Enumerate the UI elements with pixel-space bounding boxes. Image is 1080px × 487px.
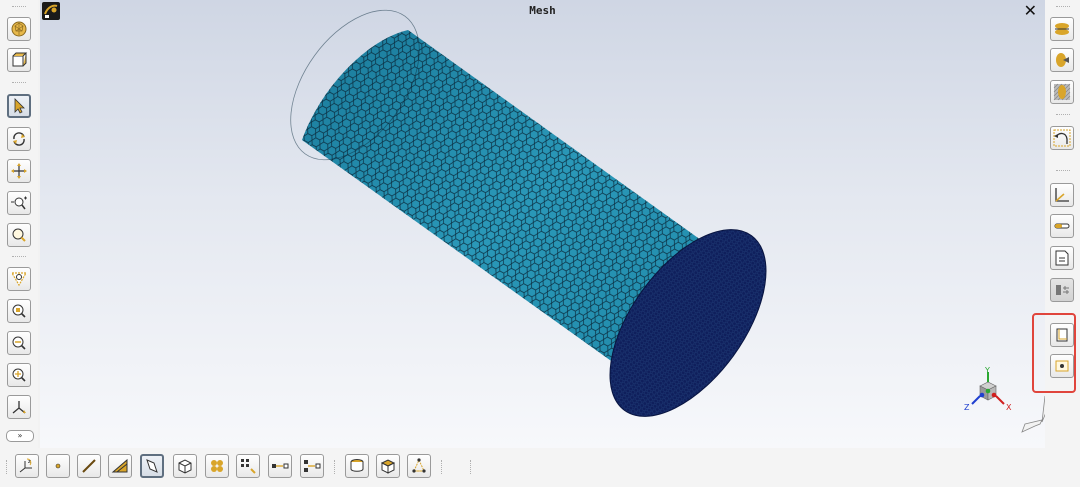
highlight-box	[1032, 313, 1076, 393]
grid-points-button[interactable]	[236, 454, 260, 478]
node-link-icon	[304, 460, 321, 472]
coordinate-system-icon: z	[19, 458, 32, 473]
zoom-previous-button[interactable]	[7, 331, 31, 355]
rotate-down-arrow-icon[interactable]	[1021, 419, 1043, 433]
network-button[interactable]	[407, 454, 431, 478]
point-icon	[55, 463, 61, 469]
zoom-icon	[12, 228, 26, 242]
node-to-node-icon	[272, 463, 289, 469]
select-button[interactable]	[7, 94, 31, 118]
rotate-back-icon	[1053, 129, 1071, 147]
coordinate-system-button[interactable]: z	[15, 454, 39, 478]
toolbar-separator	[470, 460, 473, 474]
cube-face-icon	[380, 459, 396, 474]
cylinder-face-button[interactable]	[345, 454, 369, 478]
left-toolbar: »	[0, 0, 38, 448]
rotate-icon	[13, 132, 25, 146]
toolbar-separator	[441, 460, 444, 474]
shaded-split-icon	[1056, 53, 1069, 67]
triangle-face-button[interactable]	[108, 454, 132, 478]
x-axis-label: X	[1006, 403, 1012, 412]
rotate-button[interactable]	[7, 127, 31, 151]
svg-text:z: z	[28, 459, 31, 465]
grid-points-icon	[241, 459, 256, 474]
color-bar-icon	[1054, 223, 1070, 229]
axis-triad[interactable]: Y X Z	[950, 366, 1045, 436]
network-icon	[412, 458, 426, 473]
zoom-in-out-icon	[11, 196, 27, 210]
geodesic-sphere-button[interactable]	[7, 17, 31, 41]
face-button[interactable]	[140, 454, 164, 478]
toolbar-separator	[334, 460, 337, 474]
hatched-oval-icon	[1053, 83, 1071, 101]
bottom-toolbar: z	[0, 448, 1080, 487]
axis-view-icon	[12, 401, 26, 414]
point-button[interactable]	[46, 454, 70, 478]
axis-view-button[interactable]	[7, 395, 31, 419]
cube-face-button[interactable]	[376, 454, 400, 478]
graphics-viewport[interactable]: Mesh ✕ Y X Z	[40, 0, 1045, 448]
zoom-previous-icon	[12, 336, 26, 350]
close-button[interactable]: ✕	[1024, 2, 1037, 20]
toolbar-expand-button[interactable]: »	[6, 430, 34, 442]
node-link-button[interactable]	[300, 454, 324, 478]
spheres-icon	[211, 460, 223, 472]
zoom-next-icon	[12, 368, 26, 382]
zoom-button[interactable]	[7, 223, 31, 247]
box-view-icon	[12, 52, 28, 67]
cube-icon	[178, 459, 192, 474]
node-to-node-button[interactable]	[268, 454, 292, 478]
face-icon	[146, 459, 158, 473]
axes-corner-icon	[1055, 188, 1069, 202]
zoom-window-icon	[12, 304, 26, 318]
line-icon	[82, 459, 96, 473]
shaded-layers-button[interactable]	[1050, 17, 1074, 41]
window-title: Mesh	[529, 4, 556, 17]
y-axis-label: Y	[984, 366, 990, 375]
mesh-cylinder	[290, 9, 767, 417]
spheres-button[interactable]	[205, 454, 229, 478]
toolbar-grip[interactable]	[1056, 6, 1070, 9]
toolbar-separator	[1056, 114, 1070, 117]
toolbar-grip[interactable]	[6, 460, 9, 474]
axes-corner-button[interactable]	[1050, 183, 1074, 207]
box-view-button[interactable]	[7, 48, 31, 72]
zoom-next-button[interactable]	[7, 363, 31, 387]
shaded-layers-icon	[1055, 23, 1069, 35]
cube-button[interactable]	[173, 454, 197, 478]
color-bar-button[interactable]	[1050, 214, 1074, 238]
line-button[interactable]	[77, 454, 101, 478]
triangle-face-icon	[111, 458, 128, 473]
fit-view-icon	[10, 272, 28, 287]
toolbar-separator	[12, 256, 26, 259]
cylinder-face-icon	[350, 459, 364, 472]
z-axis-label: Z	[964, 403, 970, 412]
pan-icon	[11, 163, 27, 179]
hatched-oval-button[interactable]	[1050, 80, 1074, 104]
grey-settings-icon	[1056, 285, 1069, 295]
geodesic-sphere-icon	[11, 21, 27, 37]
select-arrow-icon	[14, 98, 25, 114]
document-icon	[1055, 250, 1069, 266]
shaded-split-button[interactable]	[1050, 48, 1074, 72]
pan-button[interactable]	[7, 159, 31, 183]
toolbar-separator	[1056, 170, 1070, 173]
fit-view-button[interactable]	[7, 267, 31, 291]
document-button[interactable]	[1050, 246, 1074, 270]
toolbar-separator	[12, 82, 26, 85]
zoom-window-button[interactable]	[7, 299, 31, 323]
rotate-back-button[interactable]	[1050, 126, 1074, 150]
toolbar-grip[interactable]	[12, 6, 26, 9]
zoom-in-out-button[interactable]	[7, 191, 31, 215]
grey-settings-button[interactable]	[1050, 278, 1074, 302]
